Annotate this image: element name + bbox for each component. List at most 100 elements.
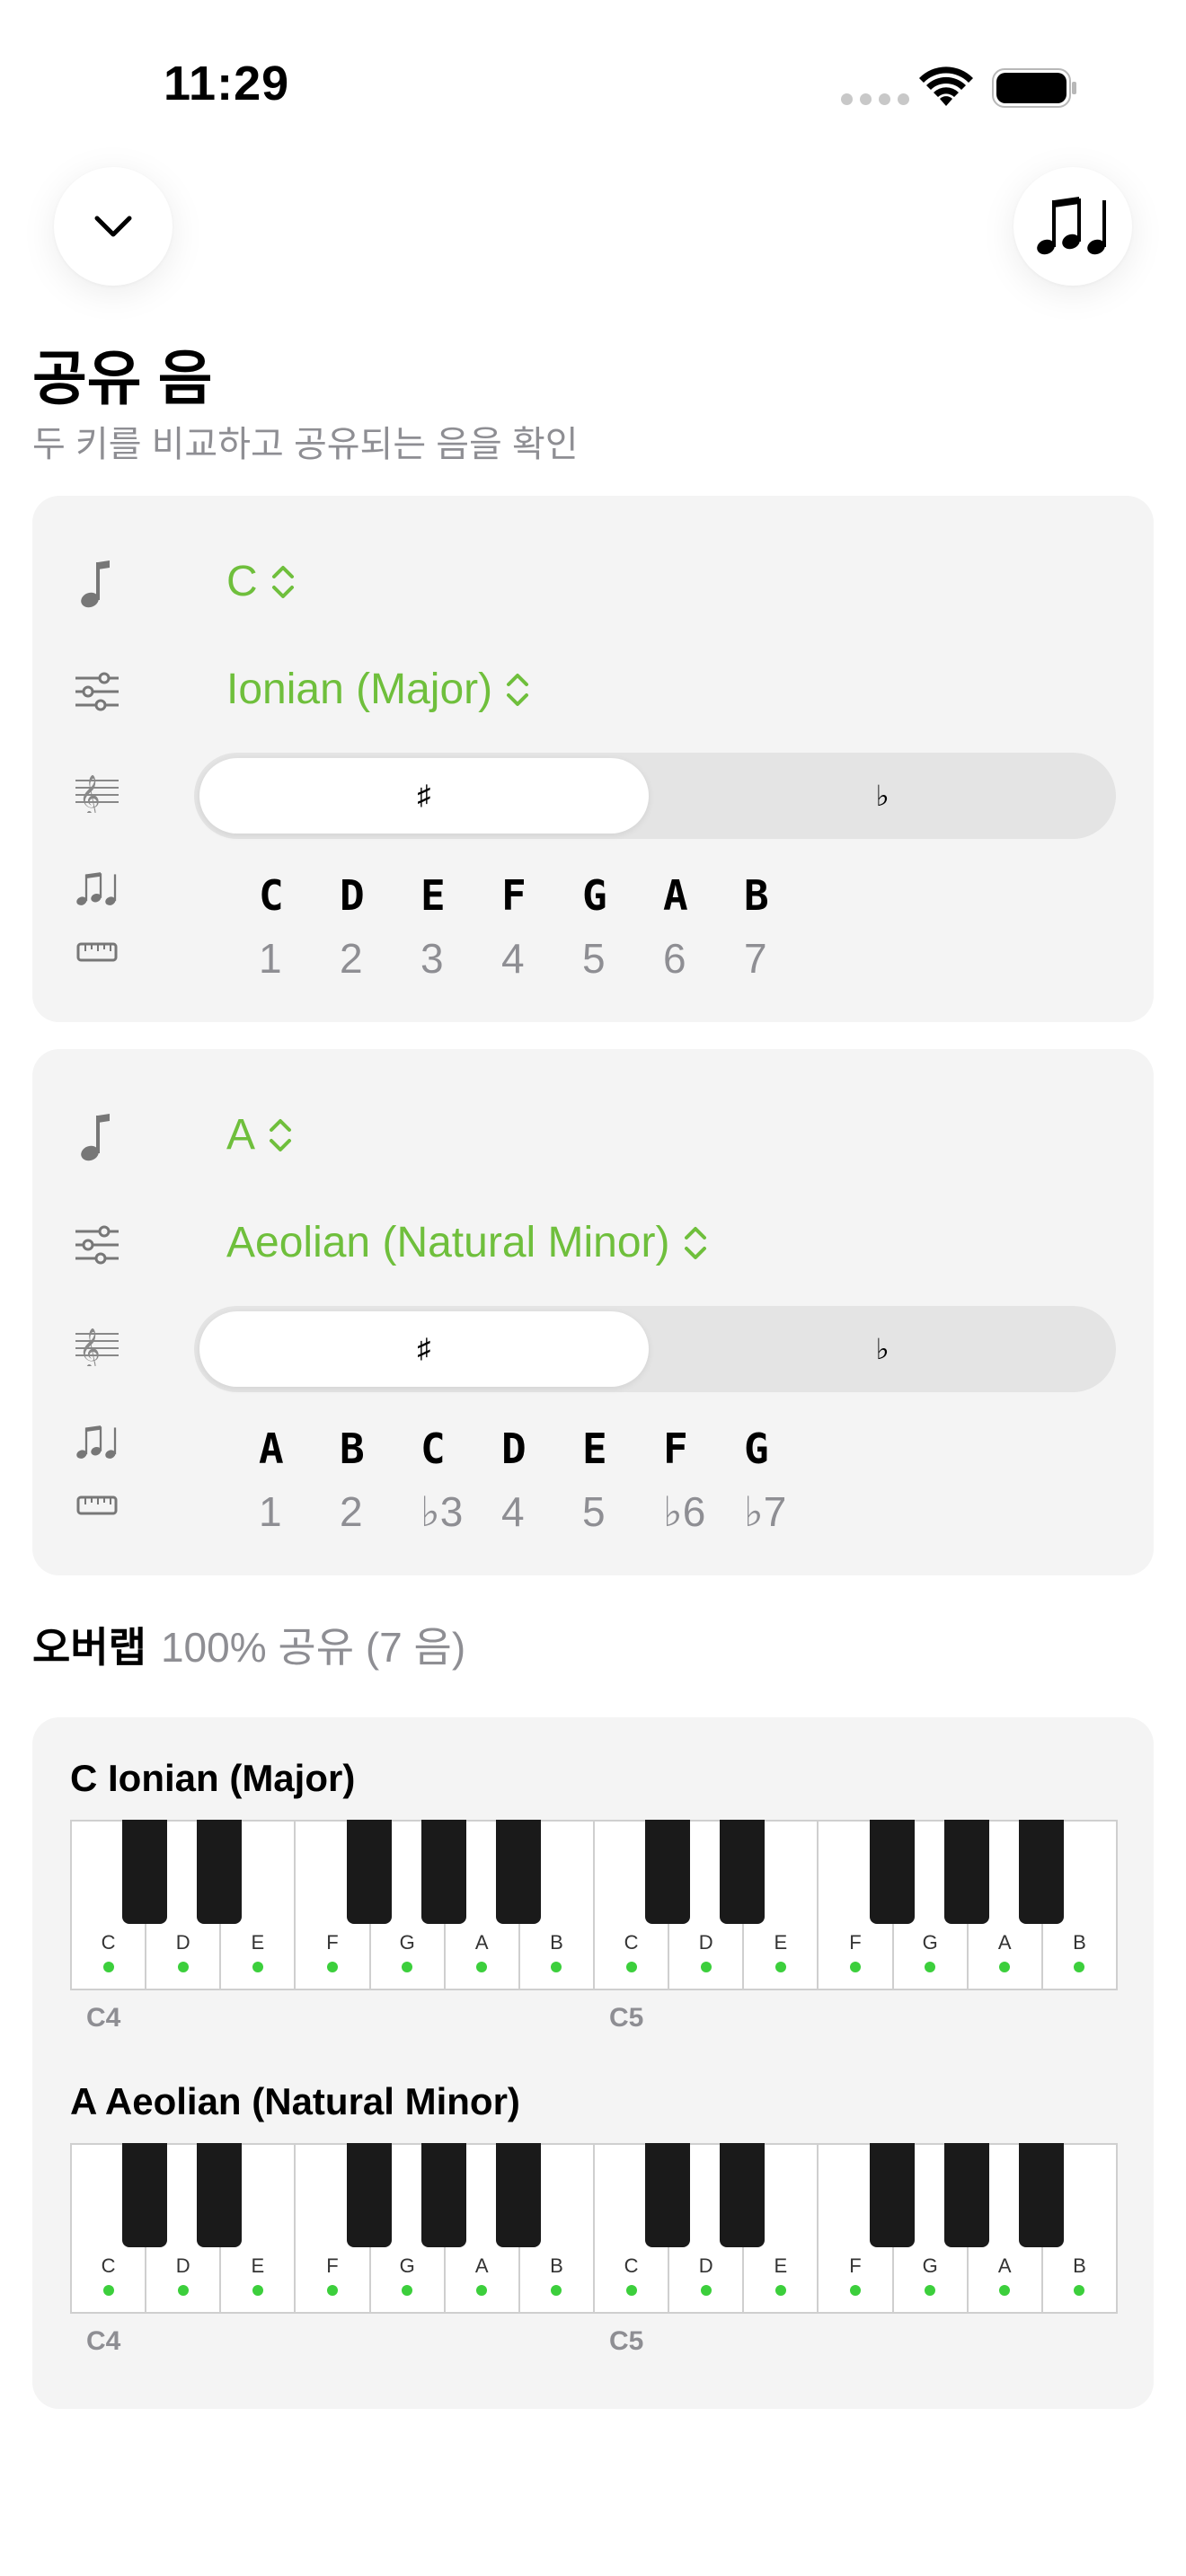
scale-note-dot — [849, 1962, 861, 1972]
key-card-1: C Ionian (Major) 𝄞 ♯ ♭ C D E F G A B 1 2… — [32, 496, 1154, 1022]
music-notes-icon — [1037, 197, 1106, 255]
piano-key-label: A — [997, 1931, 1012, 1954]
chevron-up-down-icon — [271, 565, 294, 598]
piano-black-key[interactable] — [420, 1820, 466, 1924]
piano-keyboard: CDEFGABCDEFGAB — [70, 1820, 1118, 1990]
piano-black-key[interactable] — [495, 1820, 541, 1924]
treble-clef-icon: 𝄞 — [72, 1320, 122, 1371]
scale-note-dot — [326, 1962, 338, 1972]
piano-key-label: E — [251, 1931, 265, 1954]
piano-black-key[interactable] — [420, 2143, 466, 2247]
piano-black-key[interactable] — [197, 1820, 243, 1924]
flat-segment[interactable]: ♭ — [654, 1311, 1111, 1387]
scale-degree: 4 — [501, 935, 525, 982]
keyboard-title: A Aeolian (Natural Minor) — [70, 2080, 520, 2122]
piano-key-label: D — [175, 2254, 190, 2277]
collapse-button[interactable] — [54, 167, 173, 286]
overlap-value: 100% 공유 (7 음) — [160, 1624, 466, 1671]
piano-key-label: F — [849, 1931, 862, 1954]
root-picker[interactable]: A — [226, 1110, 293, 1160]
scale-degree: 5 — [582, 935, 606, 982]
root-picker[interactable]: C — [226, 557, 296, 606]
piano-key-label: G — [399, 1931, 415, 1954]
piano-key-label: B — [1073, 2254, 1086, 2277]
accidental-segmented-control: ♯ ♭ — [194, 753, 1116, 839]
piano-black-key[interactable] — [645, 1820, 691, 1924]
octave-label: C4 — [86, 2326, 121, 2356]
scale-note: F — [501, 871, 527, 920]
scale-note-dot — [326, 2285, 338, 2296]
mode-picker[interactable]: Aeolian (Natural Minor) — [226, 1218, 708, 1267]
sharp-segment[interactable]: ♯ — [199, 758, 649, 834]
piano-black-key[interactable] — [495, 2143, 541, 2247]
piano-black-key[interactable] — [943, 1820, 989, 1924]
ruler-icon — [72, 927, 122, 977]
scale-degree: 2 — [340, 935, 363, 982]
piano-black-key[interactable] — [869, 1820, 915, 1924]
accidental-segmented-control: ♯ ♭ — [194, 1306, 1116, 1392]
scale-note-dot — [252, 2285, 263, 2296]
piano-key-label: B — [550, 1931, 563, 1954]
piano-black-key[interactable] — [869, 2143, 915, 2247]
mode-value: Ionian (Major) — [226, 666, 493, 713]
piano-black-key[interactable] — [720, 2143, 766, 2247]
piano-key-label: B — [550, 2254, 563, 2277]
scale-note: C — [420, 1425, 446, 1473]
flat-segment[interactable]: ♭ — [654, 758, 1111, 834]
chevron-up-down-icon — [684, 1226, 706, 1259]
status-bar: 11:29 — [0, 0, 1186, 135]
status-time: 11:29 — [164, 57, 290, 110]
piano-key-label: C — [101, 1931, 116, 1954]
piano-black-key[interactable] — [645, 2143, 691, 2247]
scale-note: E — [582, 1425, 607, 1473]
piano-black-key[interactable] — [197, 2143, 243, 2247]
music-note-icon — [72, 559, 122, 609]
scale-notes-row: A B C D E F G — [259, 1425, 825, 1473]
scale-note: A — [663, 871, 688, 920]
chevron-up-down-icon — [270, 1118, 292, 1151]
piano-black-key[interactable] — [346, 2143, 392, 2247]
scale-degree: ♭3 — [420, 1488, 464, 1535]
scale-degree: 1 — [259, 935, 282, 982]
scale-note: G — [744, 1425, 769, 1473]
scale-note-dot — [999, 2285, 1011, 2296]
ruler-icon — [72, 1480, 122, 1531]
overlap-label: 오버랩 — [32, 1624, 146, 1671]
piano-black-key[interactable] — [1018, 2143, 1064, 2247]
treble-clef-icon: 𝄞 — [72, 767, 122, 817]
scale-note-dot — [551, 1962, 562, 1972]
sharp-segment[interactable]: ♯ — [199, 1311, 649, 1387]
scale-note-dot — [700, 1962, 712, 1972]
scale-note: B — [744, 871, 769, 920]
piano-black-key[interactable] — [122, 1820, 168, 1924]
octave-label: C5 — [609, 2326, 644, 2356]
scale-degree: 5 — [582, 1488, 606, 1535]
piano-black-key[interactable] — [346, 1820, 392, 1924]
music-notes-button[interactable] — [1013, 167, 1132, 286]
piano-key-label: A — [997, 2254, 1012, 2277]
chevron-down-icon — [94, 216, 132, 237]
scale-degree: 6 — [663, 935, 686, 982]
scale-note-dot — [925, 1962, 936, 1972]
piano-black-key[interactable] — [943, 2143, 989, 2247]
scale-degrees-row: 1 2 3 4 5 6 7 — [259, 934, 825, 983]
wifi-icon — [919, 66, 973, 106]
keyboard-title: C Ionian (Major) — [70, 1757, 356, 1799]
keyboard-comparison-card: C Ionian (Major) C D E F G A B C D E F G A B C4 C5 A … — [32, 1717, 1154, 2409]
piano-black-key[interactable] — [1018, 1820, 1064, 1924]
scale-notes-row: C D E F G A B — [259, 871, 825, 920]
piano-key-label: D — [698, 2254, 713, 2277]
music-notes-icon — [72, 864, 122, 914]
page-title: 공유 음 — [32, 345, 213, 411]
scale-note: A — [259, 1425, 284, 1473]
piano-key-label: E — [774, 1931, 788, 1954]
piano-key-label: G — [399, 2254, 415, 2277]
scale-note-dot — [774, 1962, 786, 1972]
svg-text:𝄞: 𝄞 — [79, 1328, 101, 1366]
mode-picker[interactable]: Ionian (Major) — [226, 665, 530, 714]
scale-note-dot — [476, 1962, 488, 1972]
piano-black-key[interactable] — [720, 1820, 766, 1924]
piano-key-label: A — [474, 2254, 489, 2277]
piano-key-label: E — [251, 2254, 265, 2277]
piano-black-key[interactable] — [122, 2143, 168, 2247]
